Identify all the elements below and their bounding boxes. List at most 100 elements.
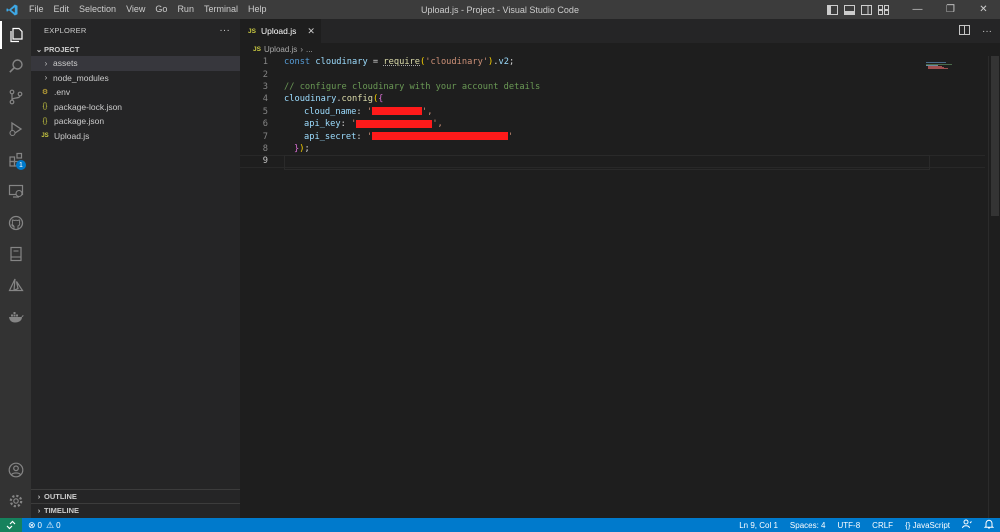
minimap[interactable] xyxy=(926,57,952,69)
tree-item-package-lock[interactable]: {} package-lock.json xyxy=(31,100,240,115)
code-line: 5 cloud_name: ' ', xyxy=(240,106,985,118)
encoding[interactable]: UTF-8 xyxy=(838,521,861,530)
code-line: 7 api_secret: ' ' xyxy=(240,130,985,142)
notifications-bell-icon[interactable] xyxy=(983,519,995,531)
menu-go[interactable]: Go xyxy=(150,0,172,19)
line-number: 1 xyxy=(262,57,268,68)
menu-file[interactable]: File xyxy=(24,0,49,19)
indentation[interactable]: Spaces: 4 xyxy=(790,521,826,530)
language-label: JavaScript xyxy=(912,520,950,530)
tree-item-package-json[interactable]: {} package.json xyxy=(31,114,240,129)
github-icon[interactable] xyxy=(0,209,31,237)
language-mode[interactable]: {} JavaScript xyxy=(905,521,950,530)
extensions-icon[interactable]: 1 xyxy=(0,146,31,174)
status-right: Ln 9, Col 1 Spaces: 4 UTF-8 CRLF {} Java… xyxy=(739,518,995,532)
code-line: 1 const cloudinary = require('cloudinary… xyxy=(240,56,985,68)
code-line: 4 cloudinary.config({ xyxy=(240,93,985,105)
tree-item-label: .env xyxy=(54,87,71,98)
remote-explorer-icon[interactable] xyxy=(0,177,31,205)
problems-status[interactable]: ⊗ 0 ⚠ 0 xyxy=(22,520,61,531)
line-number: 2 xyxy=(262,69,268,80)
manage-gear-icon[interactable] xyxy=(0,487,31,515)
cursor-position[interactable]: Ln 9, Col 1 xyxy=(739,521,778,530)
code-line: 6 api_key: ' ', xyxy=(240,118,985,130)
line-number: 6 xyxy=(262,119,268,130)
tree-item-label: assets xyxy=(53,58,78,69)
menu-run[interactable]: Run xyxy=(172,0,199,19)
source-control-icon[interactable] xyxy=(0,83,31,111)
minimize-button[interactable]: — xyxy=(901,0,934,19)
identifier: cloudinary xyxy=(284,94,337,105)
menu-view[interactable]: View xyxy=(121,0,150,19)
braces-icon: {} xyxy=(905,520,911,530)
menu-terminal[interactable]: Terminal xyxy=(199,0,243,19)
code-text: cloud_name: ' ', xyxy=(304,107,432,117)
run-debug-icon[interactable] xyxy=(0,115,31,143)
close-icon[interactable]: ✕ xyxy=(307,26,315,37)
tree-item-node-modules[interactable]: › node_modules xyxy=(31,71,240,86)
string: 'cloudinary' xyxy=(425,57,489,68)
menu-help[interactable]: Help xyxy=(243,0,272,19)
vertical-scrollbar[interactable] xyxy=(988,56,1000,518)
timeline-section[interactable]: › TIMELINE xyxy=(31,503,240,517)
chevron-right-icon: › xyxy=(44,73,48,83)
menu-selection[interactable]: Selection xyxy=(74,0,121,19)
timeline-title: TIMELINE xyxy=(44,506,79,515)
breadcrumb-separator: › xyxy=(300,44,303,54)
property: v2 xyxy=(498,57,509,68)
tab-upload-js[interactable]: JS Upload.js ✕ xyxy=(240,19,321,43)
chevron-right-icon: › xyxy=(37,506,41,515)
close-button[interactable]: ✕ xyxy=(967,0,1000,19)
tree-item-label: package-lock.json xyxy=(54,101,123,112)
project-section-header[interactable]: ⌄ PROJECT xyxy=(31,42,240,56)
accounts-icon[interactable] xyxy=(0,456,31,484)
scrollbar-thumb[interactable] xyxy=(991,56,999,216)
code-editor[interactable]: 1 const cloudinary = require('cloudinary… xyxy=(240,56,985,170)
code-line-current: 9 xyxy=(240,155,985,170)
error-count: 0 xyxy=(37,520,42,530)
split-editor-icon[interactable] xyxy=(959,24,970,38)
code-line: 3 // configure cloudinary with your acco… xyxy=(240,81,985,93)
more-actions-icon[interactable]: ··· xyxy=(219,25,230,36)
tree-item-upload-js[interactable]: JS Upload.js xyxy=(31,129,240,144)
azure-icon[interactable] xyxy=(0,271,31,299)
toggle-secondary-sidebar-icon[interactable] xyxy=(859,3,873,17)
toggle-primary-sidebar-icon[interactable] xyxy=(825,3,839,17)
tree-item-assets[interactable]: › assets xyxy=(31,56,240,71)
redaction-mark xyxy=(356,119,433,128)
more-actions-icon[interactable]: ··· xyxy=(982,26,992,37)
outline-title: OUTLINE xyxy=(44,492,77,501)
outline-section[interactable]: › OUTLINE xyxy=(31,489,240,503)
toggle-panel-icon[interactable] xyxy=(842,3,856,17)
tree-item-label: package.json xyxy=(54,116,105,127)
object-key: api_key xyxy=(304,119,341,130)
identifier: cloudinary xyxy=(315,57,368,68)
colon: : xyxy=(340,119,352,130)
code-text: api_secret: ' ' xyxy=(304,132,513,142)
brace: { xyxy=(378,94,384,105)
layout-controls xyxy=(825,0,890,19)
string-quote: ' xyxy=(508,131,514,142)
feedback-icon[interactable] xyxy=(962,519,972,531)
line-number: 9 xyxy=(262,156,268,167)
notebook-icon[interactable] xyxy=(0,240,31,268)
chevron-right-icon: › xyxy=(44,58,48,68)
editor-actions: ··· xyxy=(959,19,992,43)
explorer-title: EXPLORER xyxy=(44,26,87,35)
customize-layout-icon[interactable] xyxy=(876,3,890,17)
restore-button[interactable]: ❐ xyxy=(934,0,967,19)
search-icon[interactable] xyxy=(0,52,31,80)
editor-area: JS Upload.js ✕ ··· JS Upload.js › ... 1 … xyxy=(240,19,1000,518)
menu-edit[interactable]: Edit xyxy=(49,0,75,19)
explorer-icon[interactable] xyxy=(0,21,31,49)
chevron-right-icon: › xyxy=(37,492,41,501)
docker-icon[interactable] xyxy=(0,303,31,331)
end-of-line[interactable]: CRLF xyxy=(872,521,893,530)
tree-item-env[interactable]: ⚙ .env xyxy=(31,85,240,100)
colon: : xyxy=(356,106,367,117)
breadcrumb-symbol[interactable]: ... xyxy=(306,45,313,54)
remote-indicator-button[interactable] xyxy=(0,518,22,532)
vscode-logo-icon xyxy=(0,0,24,19)
title-bar: File Edit Selection View Go Run Terminal… xyxy=(0,0,1000,19)
breadcrumb-file[interactable]: Upload.js xyxy=(264,45,297,54)
